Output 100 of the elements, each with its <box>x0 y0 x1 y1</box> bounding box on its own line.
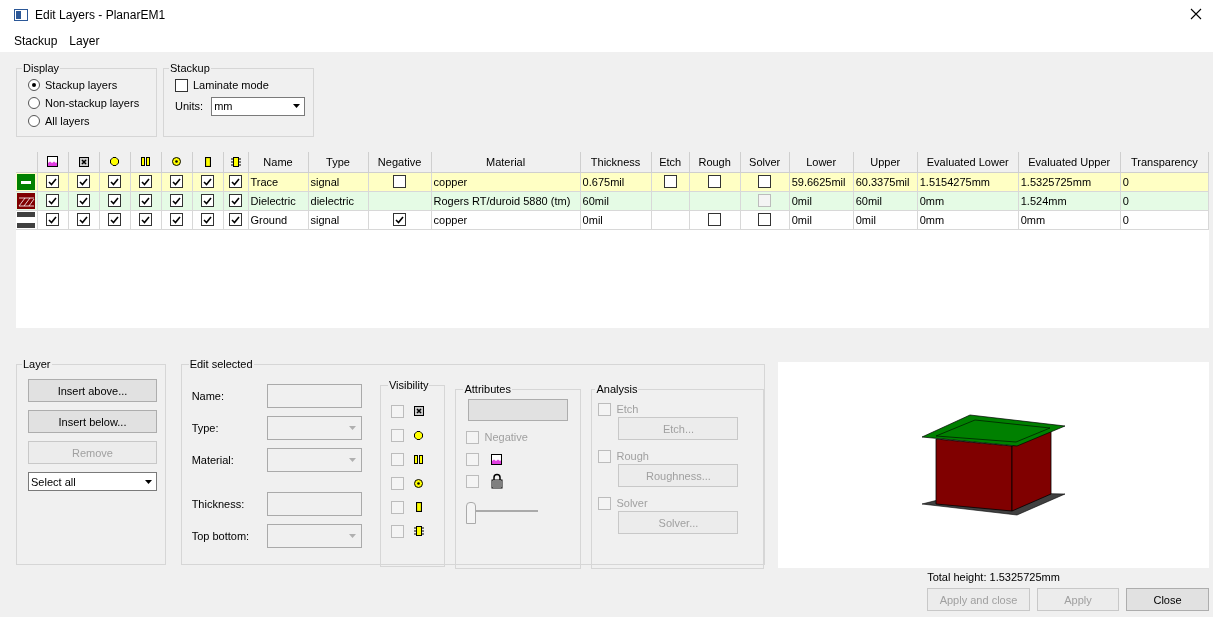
checkbox[interactable] <box>758 213 772 227</box>
checkbox[interactable] <box>46 213 59 227</box>
units-dropdown[interactable]: mm <box>211 96 305 116</box>
column-header[interactable]: Etch <box>651 152 690 172</box>
table-cell: 0mm <box>917 191 1019 210</box>
table-cell: 0 <box>1120 210 1209 229</box>
checkbox[interactable] <box>663 175 677 189</box>
checkbox[interactable] <box>390 524 404 538</box>
column-header[interactable]: Lower <box>789 152 854 172</box>
column-header[interactable]: Material <box>431 152 581 172</box>
lock-icon <box>491 473 504 489</box>
checkbox[interactable] <box>77 213 90 227</box>
column-header[interactable]: Rough <box>689 152 741 172</box>
table-cell: 1.524mm <box>1018 191 1121 210</box>
checkbox[interactable] <box>229 175 242 189</box>
checkbox[interactable] <box>77 194 90 208</box>
button[interactable]: Close <box>1126 588 1209 611</box>
checkbox[interactable] <box>393 175 407 189</box>
chip-icon <box>229 156 242 167</box>
checkbox[interactable] <box>229 213 242 227</box>
checkbox[interactable] <box>393 213 407 227</box>
column-header[interactable] <box>68 152 99 172</box>
field-label: Top bottom: <box>191 530 251 542</box>
checkbox[interactable] <box>758 175 772 189</box>
checkbox[interactable] <box>390 476 404 490</box>
button[interactable]: Insert above... <box>28 379 157 402</box>
checkbox[interactable] <box>390 500 404 514</box>
group-label: Display <box>23 62 60 74</box>
caret-icon <box>348 426 356 430</box>
total-height-label: Total height: 1.5325725mm <box>927 571 1060 583</box>
column-header[interactable]: Transparency <box>1120 152 1209 172</box>
checkbox[interactable] <box>46 194 59 208</box>
table-cell: 0 <box>1120 191 1209 210</box>
checkbox[interactable] <box>175 78 188 92</box>
close-button[interactable] <box>1189 8 1203 22</box>
group-label: Analysis <box>596 383 638 395</box>
column-header[interactable] <box>161 152 192 172</box>
caret-icon <box>293 104 300 108</box>
table-cell: Dielectric <box>248 191 308 210</box>
checkbox[interactable] <box>170 213 183 227</box>
hatched-square-icon <box>491 453 503 465</box>
chip-icon <box>412 526 425 536</box>
checkbox[interactable] <box>229 194 242 208</box>
column-header[interactable]: Name <box>248 152 308 172</box>
select-dropdown[interactable]: Select all <box>28 472 157 491</box>
checkbox[interactable] <box>108 213 121 227</box>
checkbox[interactable] <box>170 175 183 189</box>
table-cell: 1.5325725mm <box>1018 172 1121 191</box>
column-header[interactable]: Evaluated Upper <box>1018 152 1121 172</box>
column-header[interactable] <box>37 152 68 172</box>
checkbox[interactable] <box>108 194 121 208</box>
table-cell: 59.6625mil <box>789 172 854 191</box>
table-cell: 60mil <box>853 191 918 210</box>
field-label: Type: <box>191 422 220 434</box>
column-header[interactable] <box>192 152 223 172</box>
caret-icon <box>348 534 356 538</box>
group-label: Visibility <box>388 379 429 391</box>
checkbox[interactable] <box>46 175 59 189</box>
window-title: Edit Layers - PlanarEM1 <box>35 8 167 22</box>
table-cell: Ground <box>248 210 308 229</box>
table-cell: Trace <box>248 172 308 191</box>
checkbox[interactable] <box>466 452 480 466</box>
checkbox[interactable] <box>201 194 214 208</box>
column-header[interactable]: Upper <box>853 152 918 172</box>
radio-button[interactable] <box>28 115 40 127</box>
checkbox[interactable] <box>139 175 152 189</box>
table-cell: 1.5154275mm <box>917 172 1019 191</box>
column-header[interactable]: Type <box>308 152 369 172</box>
column-header[interactable]: Solver <box>740 152 790 172</box>
checkbox[interactable] <box>201 175 214 189</box>
radio-button[interactable] <box>28 79 40 91</box>
table-cell: dielectric <box>308 191 369 210</box>
checkbox[interactable] <box>170 194 183 208</box>
checkbox[interactable] <box>390 404 404 418</box>
menu-item[interactable]: Layer <box>63 34 106 48</box>
column-header[interactable] <box>130 152 161 172</box>
table-cell: 0mil <box>580 210 652 229</box>
checkbox[interactable] <box>108 175 121 189</box>
checkbox[interactable] <box>390 452 404 466</box>
checkbox[interactable] <box>708 175 722 189</box>
target-circle-icon <box>414 478 424 488</box>
button[interactable]: Insert below... <box>28 410 157 433</box>
checkbox[interactable] <box>466 474 480 488</box>
column-header[interactable] <box>223 152 248 172</box>
checkbox[interactable] <box>77 175 90 189</box>
table-cell: 60.3375mil <box>853 172 918 191</box>
slider-thumb[interactable] <box>466 502 477 524</box>
radio-button[interactable] <box>28 97 40 109</box>
checkbox[interactable] <box>390 428 404 442</box>
slider-track[interactable] <box>466 502 539 524</box>
menu-item[interactable]: Stackup <box>8 34 64 48</box>
checkbox[interactable] <box>139 213 152 227</box>
checkbox[interactable] <box>201 213 214 227</box>
checkbox[interactable] <box>708 213 722 227</box>
column-header[interactable]: Negative <box>368 152 432 172</box>
radio-label: All layers <box>45 115 90 127</box>
radio-label: Non-stackup layers <box>45 97 140 109</box>
column-header[interactable]: Evaluated Lower <box>917 152 1019 172</box>
checkbox[interactable] <box>139 194 152 208</box>
column-header[interactable]: Thickness <box>580 152 652 172</box>
